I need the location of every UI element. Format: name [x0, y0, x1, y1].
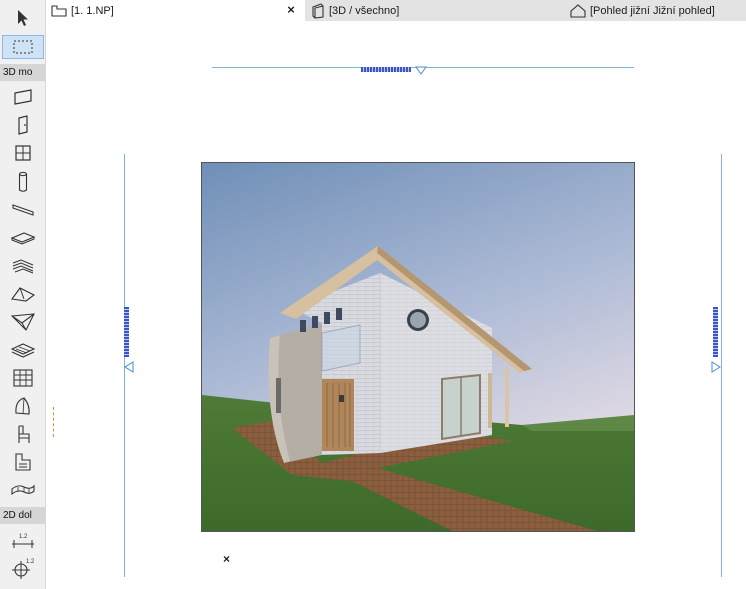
3d-render-image[interactable]	[201, 162, 635, 532]
beam-tool[interactable]	[2, 198, 44, 222]
roof-tool[interactable]	[2, 282, 44, 306]
tab-elevation[interactable]: [Pohled jižní Jižní pohled]	[565, 0, 746, 21]
top-anchor-marker[interactable]	[415, 66, 427, 75]
origin-marker[interactable]: ×	[223, 552, 230, 566]
dimension-icon: 1.2	[12, 534, 34, 548]
dimension-tool[interactable]: 1.2	[2, 529, 44, 553]
right-guide-line	[721, 154, 722, 577]
level-dimension-tool[interactable]: 1.2	[2, 556, 44, 580]
section-3d-label[interactable]: 3D mo	[0, 64, 45, 81]
roof-icon	[11, 287, 36, 302]
right-anchor-marker[interactable]	[711, 361, 721, 373]
level-dimension-icon: 1.2	[12, 559, 35, 579]
tab-floor-plan-label: [1. 1.NP]	[71, 4, 114, 17]
view-tab-bar: [1. 1.NP] × [3D / všechno] [Pohled jižní…	[46, 0, 746, 21]
tab-elevation-label: [Pohled jižní Jižní pohled]	[590, 4, 715, 17]
tab-3d-window-label: [3D / všechno]	[329, 4, 400, 17]
column-tool[interactable]	[2, 170, 44, 194]
top-resize-handle[interactable]	[361, 67, 411, 72]
shell-icon	[10, 313, 35, 331]
curtain-wall-tool[interactable]	[2, 366, 44, 390]
section-2d-label[interactable]: 2D dol	[0, 507, 45, 524]
elevation-icon	[570, 3, 586, 18]
morph-tool[interactable]	[2, 394, 44, 418]
marquee-tool[interactable]	[2, 35, 44, 59]
right-resize-handle[interactable]	[713, 307, 718, 357]
arrow-select-icon	[18, 10, 28, 26]
stair-tool[interactable]	[2, 254, 44, 278]
beam-icon	[12, 204, 34, 216]
wall-icon	[14, 89, 32, 105]
side-drag-indicator	[53, 407, 54, 437]
morph-icon	[15, 397, 30, 415]
column-icon	[18, 171, 28, 192]
slab-tool[interactable]	[2, 226, 44, 250]
window-icon	[15, 145, 31, 161]
wall-tool[interactable]	[2, 85, 44, 109]
left-anchor-marker[interactable]	[124, 361, 134, 373]
zone-tool[interactable]	[2, 450, 44, 474]
marquee-icon	[13, 40, 33, 54]
archicad-window: 3D mo 2D dol 1.2 1.2 [1. 1.NP] × [3D / v…	[0, 0, 746, 589]
layout-canvas[interactable]: ×	[46, 21, 746, 589]
curtain-wall-icon	[13, 369, 33, 387]
tab-3d-window[interactable]: [3D / všechno]	[306, 0, 564, 21]
slab-icon	[10, 232, 36, 245]
railing-icon	[11, 484, 35, 496]
tab-floor-plan[interactable]: [1. 1.NP] ×	[46, 0, 305, 21]
shell-tool[interactable]	[2, 310, 44, 334]
stair-icon	[12, 259, 34, 274]
floor-plan-icon	[51, 4, 67, 17]
toolbox-panel: 3D mo 2D dol 1.2 1.2	[0, 0, 46, 589]
mesh-tool[interactable]	[2, 338, 44, 362]
mesh-icon	[10, 343, 36, 358]
door-icon	[18, 115, 28, 135]
zone-icon	[15, 453, 31, 471]
railing-tool[interactable]	[2, 478, 44, 502]
tab-close-button[interactable]: ×	[283, 2, 299, 18]
object-icon	[18, 425, 30, 443]
house-render-illustration	[202, 163, 634, 531]
window-tool[interactable]	[2, 141, 44, 165]
door-tool[interactable]	[2, 113, 44, 137]
arrow-select-tool[interactable]	[2, 6, 44, 30]
level-dimension-superscript: 1.2	[26, 559, 35, 565]
3d-window-icon	[312, 2, 324, 19]
dimension-superscript: 1.2	[19, 534, 28, 540]
object-tool[interactable]	[2, 422, 44, 446]
left-resize-handle[interactable]	[124, 307, 129, 357]
